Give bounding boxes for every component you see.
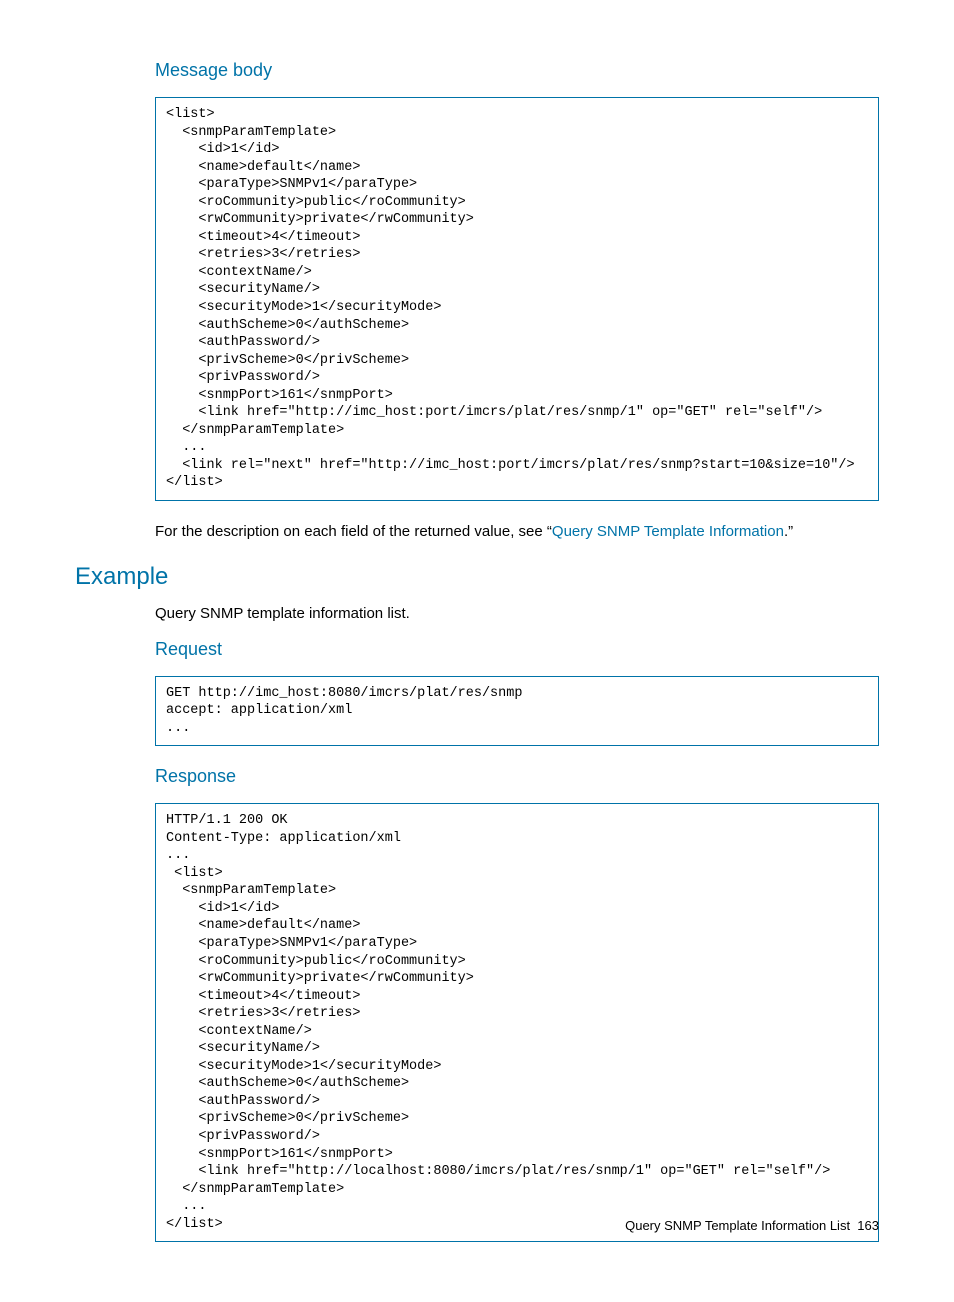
heading-example: Example <box>75 563 879 591</box>
codebox-request: GET http://imc_host:8080/imcrs/plat/res/… <box>155 676 879 747</box>
link-query-snmp-template-info[interactable]: Query SNMP Template Information <box>552 523 784 540</box>
heading-response: Response <box>155 766 879 787</box>
example-intro: Query SNMP template information list. <box>155 603 879 625</box>
codebox-message-body: <list> <snmpParamTemplate> <id>1</id> <n… <box>155 97 879 501</box>
description-prefix: For the description on each field of the… <box>155 523 552 540</box>
footer-page-number: 163 <box>857 1218 879 1233</box>
heading-message-body: Message body <box>155 60 879 81</box>
description-paragraph: For the description on each field of the… <box>155 521 879 543</box>
page-footer: Query SNMP Template Information List 163 <box>625 1218 879 1233</box>
heading-request: Request <box>155 639 879 660</box>
footer-title: Query SNMP Template Information List <box>625 1218 850 1233</box>
description-suffix: .” <box>784 523 793 540</box>
codebox-response: HTTP/1.1 200 OK Content-Type: applicatio… <box>155 803 879 1242</box>
